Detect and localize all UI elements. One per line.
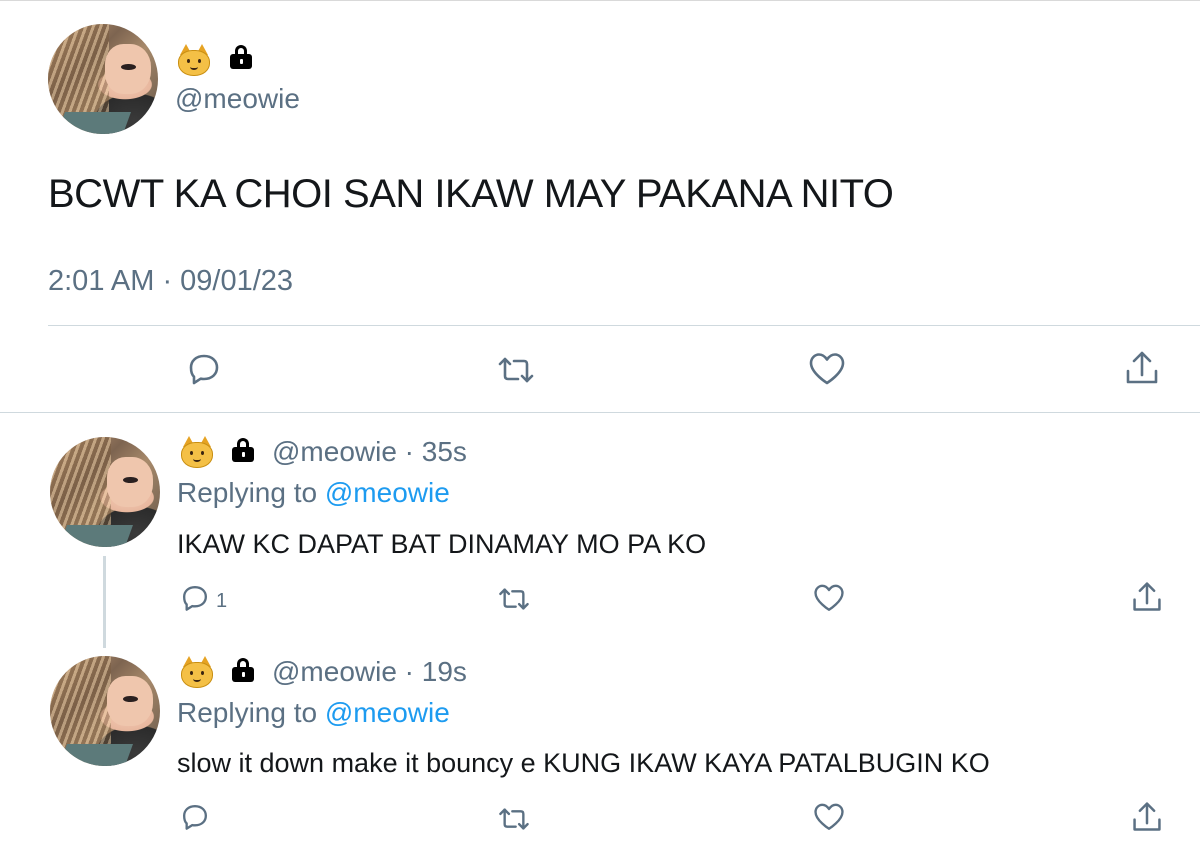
cat-face-icon [181, 656, 213, 688]
reply-text: IKAW KC DAPAT BAT DINAMAY MO PA KO [177, 529, 707, 559]
top-border [0, 0, 1200, 1]
cat-face-icon [181, 436, 213, 468]
reply-text: slow it down make it bouncy e KUNG IKAW … [177, 748, 990, 778]
share-icon [1126, 351, 1158, 384]
divider [0, 412, 1200, 413]
reply-handle-time[interactable]: @meowie · 35s [272, 436, 467, 468]
lock-icon [232, 438, 256, 464]
cat-face-icon [178, 44, 210, 76]
replying-to-link[interactable]: @meowie [325, 697, 450, 728]
retweet-button[interactable] [497, 805, 531, 833]
replying-to-link[interactable]: @meowie [325, 477, 450, 508]
avatar[interactable] [48, 24, 158, 134]
like-button[interactable] [813, 802, 845, 832]
like-button[interactable] [813, 583, 845, 613]
share-button[interactable] [1131, 800, 1163, 834]
tweet-handle[interactable]: @meowie [175, 83, 300, 115]
retweet-icon [499, 588, 529, 610]
divider [48, 325, 1200, 326]
share-icon [1133, 802, 1161, 831]
reply-button[interactable] [186, 351, 222, 387]
tweet-timestamp[interactable]: 2:01 AM · 09/01/23 [48, 265, 293, 298]
heart-icon [809, 353, 845, 385]
like-button[interactable] [808, 352, 846, 386]
retweet-button[interactable] [496, 354, 536, 386]
retweet-icon [499, 808, 529, 830]
speech-bubble-icon [183, 805, 207, 830]
reply-button[interactable] [180, 583, 210, 613]
avatar[interactable] [50, 656, 160, 766]
heart-icon [814, 803, 844, 830]
share-button[interactable] [1124, 349, 1160, 387]
speech-bubble-icon [183, 586, 207, 611]
reply-handle-time[interactable]: @meowie · 19s [272, 656, 467, 688]
replying-to: Replying to @meowie [177, 477, 450, 508]
retweet-icon [498, 357, 534, 383]
reply-button[interactable] [180, 802, 210, 832]
retweet-button[interactable] [497, 585, 531, 613]
heart-icon [814, 584, 844, 611]
lock-icon [232, 658, 256, 684]
speech-bubble-icon [189, 354, 219, 385]
thread-line [103, 556, 106, 648]
share-icon [1133, 582, 1161, 611]
replying-to: Replying to @meowie [177, 697, 450, 728]
share-button[interactable] [1131, 580, 1163, 614]
lock-icon [230, 45, 254, 71]
avatar[interactable] [50, 437, 160, 547]
reply-count: 1 [216, 590, 228, 612]
tweet-text: BCWT KA CHOI SAN IKAW MAY PAKANA NITO [48, 172, 894, 216]
